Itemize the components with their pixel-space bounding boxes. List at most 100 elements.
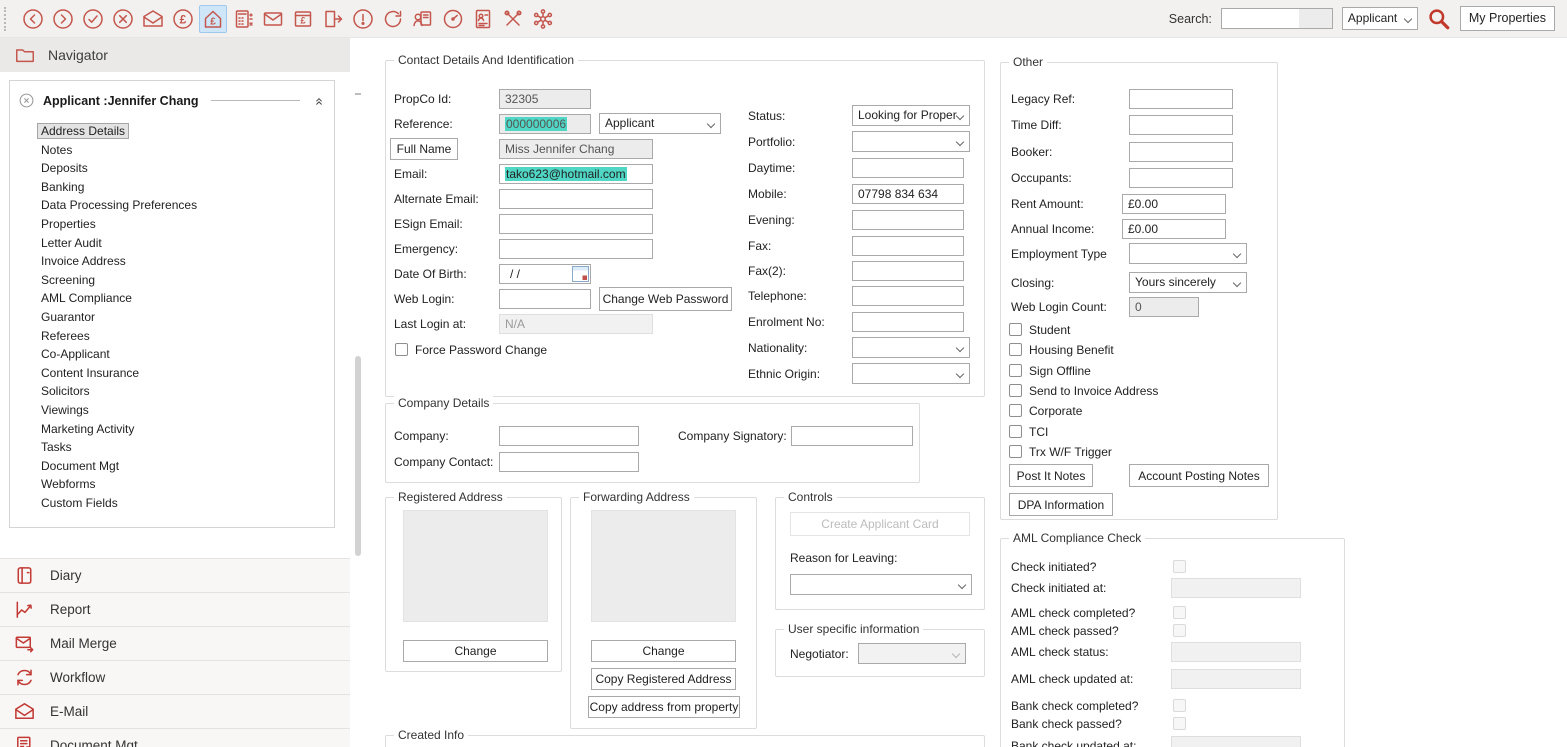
email-field[interactable]: tako623@hotmail.com <box>499 164 653 184</box>
enrolment-field[interactable] <box>852 312 964 332</box>
sidebar-item-marketing-activity[interactable]: Marketing Activity <box>41 420 334 439</box>
copy-registered-address-button[interactable]: Copy Registered Address <box>591 668 736 690</box>
housing-benefit-checkbox[interactable] <box>1009 343 1022 356</box>
sign-offline-checkbox[interactable] <box>1009 364 1022 377</box>
close-context-icon[interactable] <box>18 92 35 109</box>
collapse-icon[interactable] <box>312 94 326 108</box>
tools-icon[interactable] <box>499 5 527 33</box>
sidebar-item-aml-compliance[interactable]: AML Compliance <box>41 289 334 308</box>
dpa-information-button[interactable]: DPA Information <box>1009 493 1113 516</box>
trx-wf-trigger-checkbox[interactable] <box>1009 445 1022 458</box>
sidebar-item-referees[interactable]: Referees <box>41 327 334 346</box>
section-mail-merge[interactable]: Mail Merge <box>0 626 350 660</box>
reports-icon[interactable] <box>469 5 497 33</box>
corporate-checkbox[interactable] <box>1009 404 1022 417</box>
cancel-icon[interactable] <box>109 5 137 33</box>
status-select[interactable]: Looking for Proper <box>852 105 970 126</box>
sidebar-item-invoice-address[interactable]: Invoice Address <box>41 252 334 271</box>
confirm-icon[interactable] <box>79 5 107 33</box>
sidebar-item-tasks[interactable]: Tasks <box>41 438 334 457</box>
daytime-field[interactable] <box>852 158 964 178</box>
refresh-icon[interactable] <box>379 5 407 33</box>
employment-type-select[interactable] <box>1129 243 1247 264</box>
send-to-invoice-address-checkbox[interactable] <box>1009 384 1022 397</box>
esign-email-field[interactable] <box>499 214 653 234</box>
sidebar-item-document-mgt[interactable]: Document Mgt <box>41 457 334 476</box>
copy-address-from-property-button[interactable]: Copy address from property <box>588 696 740 718</box>
exit-icon[interactable] <box>319 5 347 33</box>
sidebar-item-deposits[interactable]: Deposits <box>41 159 334 178</box>
occupants-field[interactable] <box>1129 168 1233 188</box>
full-name-button[interactable]: Full Name <box>390 138 458 160</box>
create-applicant-card-button[interactable]: Create Applicant Card <box>790 512 970 536</box>
section-diary[interactable]: Diary <box>0 558 350 592</box>
telephone-field[interactable] <box>852 286 964 306</box>
fax2-field[interactable] <box>852 261 964 281</box>
sidebar-item-solicitors[interactable]: Solicitors <box>41 382 334 401</box>
mail-merge-icon[interactable] <box>259 5 287 33</box>
nationality-select[interactable] <box>852 337 970 358</box>
bank-check-passed-checkbox[interactable] <box>1173 717 1186 730</box>
emergency-field[interactable] <box>499 239 653 259</box>
property-window-icon[interactable]: £ <box>289 5 317 33</box>
sidebar-item-custom-fields[interactable]: Custom Fields <box>41 494 334 513</box>
registered-address-box[interactable] <box>403 510 548 622</box>
send-email-icon[interactable] <box>139 5 167 33</box>
money-icon[interactable]: £ <box>169 5 197 33</box>
company-signatory-field[interactable] <box>791 426 913 446</box>
tci-checkbox[interactable] <box>1009 425 1022 438</box>
alerts-icon[interactable] <box>349 5 377 33</box>
forwarding-address-box[interactable] <box>591 510 736 622</box>
contact-type-select[interactable]: Applicant <box>599 113 721 134</box>
splitter-handle[interactable] <box>355 93 361 95</box>
sidebar-item-banking[interactable]: Banking <box>41 178 334 197</box>
student-checkbox[interactable] <box>1009 323 1022 336</box>
section-workflow[interactable]: Workflow <box>0 660 350 694</box>
forward-icon[interactable] <box>49 5 77 33</box>
search-scope-select[interactable]: Applicant <box>1342 7 1418 30</box>
section-document-mgt[interactable]: Document Mgt <box>0 728 350 747</box>
dashboard-icon[interactable] <box>439 5 467 33</box>
web-login-field[interactable] <box>499 289 591 309</box>
booker-field[interactable] <box>1129 142 1233 162</box>
fax-field[interactable] <box>852 236 964 256</box>
sidebar-item-co-applicant[interactable]: Co-Applicant <box>41 345 334 364</box>
portfolio-select[interactable] <box>852 131 970 152</box>
calendar-icon[interactable] <box>572 266 589 282</box>
sidebar-item-screening[interactable]: Screening <box>41 271 334 290</box>
sidebar-item-data-processing[interactable]: Data Processing Preferences <box>41 196 334 215</box>
closing-select[interactable]: Yours sincerely <box>1129 272 1247 293</box>
my-properties-button[interactable]: My Properties <box>1460 6 1555 31</box>
applicant-home-icon[interactable]: £ <box>199 5 227 33</box>
post-it-notes-button[interactable]: Post It Notes <box>1009 464 1093 487</box>
search-input[interactable] <box>1221 8 1333 29</box>
section-email[interactable]: E-Mail <box>0 694 350 728</box>
reason-for-leaving-select[interactable] <box>790 574 972 595</box>
sidebar-item-content-insurance[interactable]: Content Insurance <box>41 364 334 383</box>
sidebar-item-properties[interactable]: Properties <box>41 215 334 234</box>
back-icon[interactable] <box>19 5 47 33</box>
ethnic-origin-select[interactable] <box>852 363 970 384</box>
registered-address-change-button[interactable]: Change <box>403 640 548 662</box>
contacts-icon[interactable] <box>409 5 437 33</box>
sidebar-scrollbar[interactable] <box>355 356 361 556</box>
section-report[interactable]: Report <box>0 592 350 626</box>
sidebar-item-webforms[interactable]: Webforms <box>41 475 334 494</box>
network-icon[interactable] <box>529 5 557 33</box>
force-password-checkbox[interactable] <box>395 343 408 356</box>
forwarding-address-change-button[interactable]: Change <box>591 640 736 662</box>
time-diff-field[interactable] <box>1129 115 1233 135</box>
company-contact-field[interactable] <box>499 452 639 472</box>
company-field[interactable] <box>499 426 639 446</box>
rent-amount-field[interactable]: £0.00 <box>1122 194 1226 214</box>
check-initiated-checkbox[interactable] <box>1173 560 1186 573</box>
account-posting-notes-button[interactable]: Account Posting Notes <box>1129 464 1269 487</box>
reference-field[interactable]: 000000006 <box>499 114 591 134</box>
sidebar-item-address-details[interactable]: Address Details <box>41 122 334 141</box>
calculator-icon[interactable] <box>229 5 257 33</box>
sidebar-item-guarantor[interactable]: Guarantor <box>41 308 334 327</box>
search-icon[interactable] <box>1427 7 1451 31</box>
annual-income-field[interactable]: £0.00 <box>1122 219 1226 239</box>
aml-check-passed-checkbox[interactable] <box>1173 624 1186 637</box>
sidebar-item-viewings[interactable]: Viewings <box>41 401 334 420</box>
